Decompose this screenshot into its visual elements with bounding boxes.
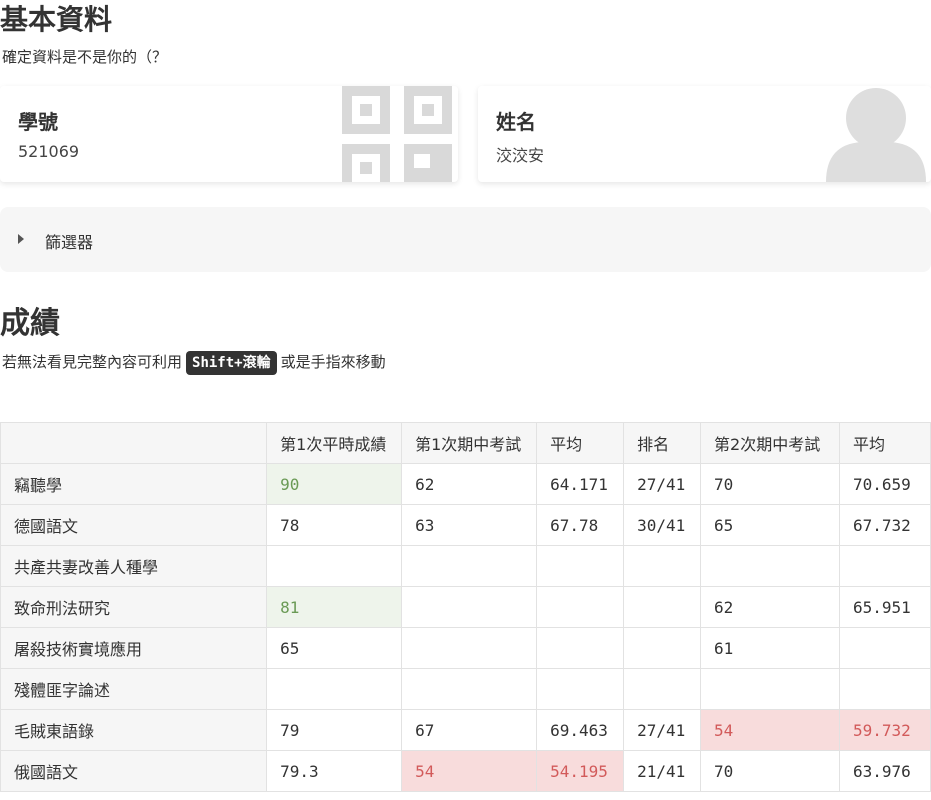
hint-prefix: 若無法看見完整內容可利用	[2, 353, 183, 371]
filter-label: 篩選器	[45, 233, 94, 252]
grade-cell	[838, 545, 931, 587]
table-row: 屠殺技術實境應用 65 61	[0, 627, 931, 669]
table-row: 殘體匪字論述	[0, 668, 931, 710]
grade-cell: 64.171	[536, 463, 625, 505]
avatar-icon	[826, 88, 926, 182]
grade-cell: 54	[401, 750, 538, 792]
student-id-card: 學號 521069	[0, 86, 458, 182]
grade-cell	[700, 545, 840, 587]
grade-cell	[700, 668, 840, 710]
grade-cell	[401, 627, 538, 669]
table-row: 毛賊東語錄 79 67 69.463 27/41 54 59.732	[0, 709, 931, 751]
column-header: 平均	[536, 422, 625, 464]
scroll-hint: 若無法看見完整內容可利用 Shift+滾輪 或是手指來移動	[2, 349, 386, 375]
grade-cell: 21/41	[623, 750, 702, 792]
grade-cell	[838, 627, 931, 669]
subject-name: 毛賊東語錄	[0, 709, 268, 751]
column-header: 第2次期中考試	[700, 422, 840, 464]
grade-cell	[401, 668, 538, 710]
name-value: 洨洨安	[496, 146, 545, 165]
table-row: 德國語文 78 63 67.78 30/41 65 67.732	[0, 504, 931, 546]
grade-cell: 79.3	[266, 750, 403, 792]
basic-info-title: 基本資料	[0, 3, 113, 36]
subject-name: 共產共妻改善人種學	[0, 545, 268, 587]
grade-cell	[623, 627, 702, 669]
grade-cell	[536, 627, 625, 669]
grade-cell: 62	[700, 586, 840, 628]
grade-cell: 30/41	[623, 504, 702, 546]
grades-title: 成績	[0, 306, 60, 341]
table-row: 共產共妻改善人種學	[0, 545, 931, 587]
column-header	[0, 422, 268, 464]
subject-name: 俄國語文	[0, 750, 268, 792]
grade-cell	[401, 586, 538, 628]
subject-name: 德國語文	[0, 504, 268, 546]
grade-cell	[623, 586, 702, 628]
grade-cell	[838, 668, 931, 710]
grade-cell: 61	[700, 627, 840, 669]
grade-cell: 62	[401, 463, 538, 505]
grade-cell: 65	[700, 504, 840, 546]
grade-cell: 54	[700, 709, 840, 751]
grade-cell: 27/41	[623, 463, 702, 505]
column-header: 排名	[623, 422, 702, 464]
student-id-value: 521069	[18, 142, 80, 161]
grades-table: 第1次平時成績 第1次期中考試 平均 排名 第2次期中考試 平均 竊聽學 90 …	[0, 422, 931, 792]
grade-cell: 70	[700, 463, 840, 505]
grade-cell: 54.195	[536, 750, 625, 792]
grade-cell: 67.732	[838, 504, 931, 546]
grade-cell	[266, 545, 403, 587]
caret-right-icon	[18, 234, 24, 244]
grade-cell: 70.659	[838, 463, 931, 505]
column-header: 平均	[838, 422, 931, 464]
grade-cell: 65.951	[838, 586, 931, 628]
grade-cell	[623, 668, 702, 710]
grade-cell: 69.463	[536, 709, 625, 751]
grade-cell	[623, 545, 702, 587]
table-header-row: 第1次平時成績 第1次期中考試 平均 排名 第2次期中考試 平均	[0, 422, 931, 464]
column-header: 第1次平時成績	[266, 422, 403, 464]
grade-cell	[266, 668, 403, 710]
subject-name: 致命刑法研究	[0, 586, 268, 628]
qr-code-icon	[342, 86, 452, 182]
table-row: 致命刑法研究 81 62 65.951	[0, 586, 931, 628]
shortcut-key-badge: Shift+滾輪	[186, 350, 277, 375]
grade-cell: 63	[401, 504, 538, 546]
grade-cell: 59.732	[838, 709, 931, 751]
hint-suffix: 或是手指來移動	[280, 353, 386, 371]
grade-cell: 27/41	[623, 709, 702, 751]
grade-cell	[536, 586, 625, 628]
grade-cell	[536, 545, 625, 587]
student-id-label: 學號	[18, 110, 58, 134]
subject-name: 屠殺技術實境應用	[0, 627, 268, 669]
grade-cell: 67	[401, 709, 538, 751]
name-card: 姓名 洨洨安	[478, 86, 931, 182]
basic-info-subtitle: 確定資料是不是你的（？	[2, 48, 168, 66]
grade-cell	[536, 668, 625, 710]
grade-cell: 65	[266, 627, 403, 669]
grade-cell: 63.976	[838, 750, 931, 792]
table-row: 竊聽學 90 62 64.171 27/41 70 70.659	[0, 463, 931, 505]
grade-cell: 81	[266, 586, 403, 628]
grade-cell: 90	[266, 463, 403, 505]
table-row: 俄國語文 79.3 54 54.195 21/41 70 63.976	[0, 750, 931, 792]
filter-toggle[interactable]: 篩選器	[0, 207, 931, 272]
grade-cell: 79	[266, 709, 403, 751]
grade-cell: 70	[700, 750, 840, 792]
subject-name: 竊聽學	[0, 463, 268, 505]
grade-cell: 67.78	[536, 504, 625, 546]
subject-name: 殘體匪字論述	[0, 668, 268, 710]
name-label: 姓名	[496, 110, 536, 134]
grade-cell	[401, 545, 538, 587]
column-header: 第1次期中考試	[401, 422, 538, 464]
grade-cell: 78	[266, 504, 403, 546]
